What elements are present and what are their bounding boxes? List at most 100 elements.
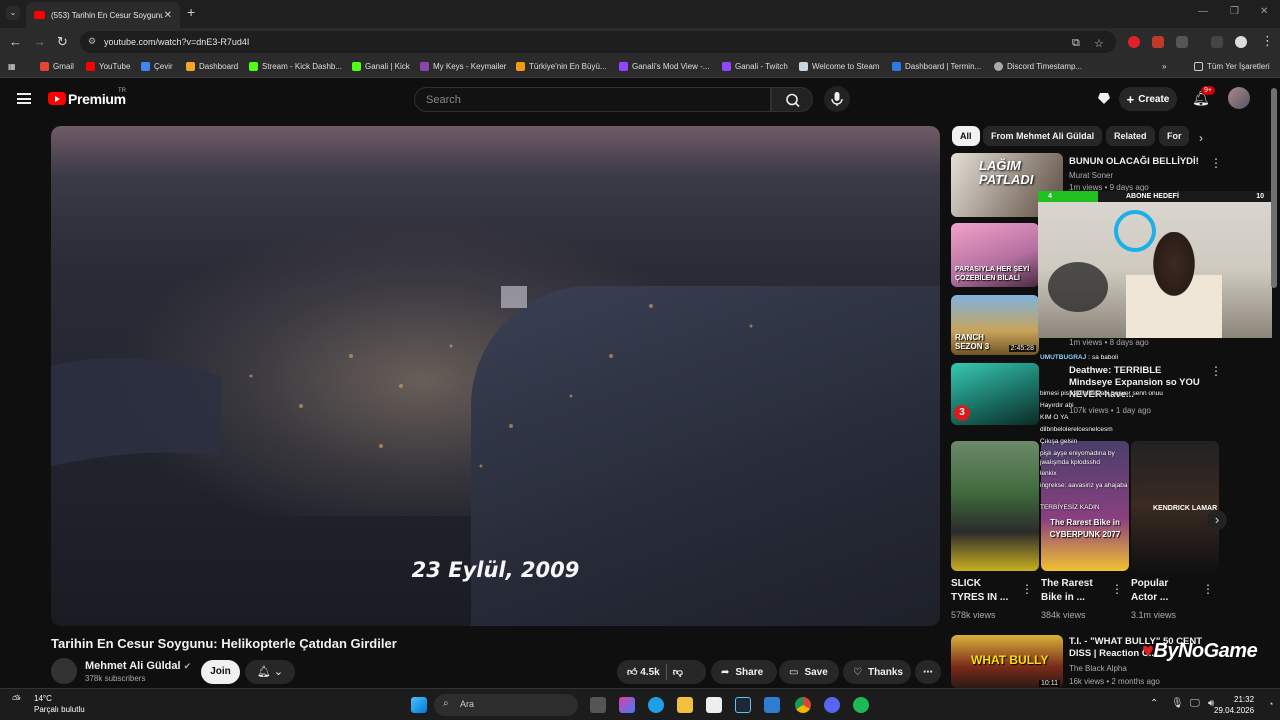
voice-search-button[interactable] <box>824 86 850 112</box>
rec-thumbnail-bottom[interactable]: WHAT BULLY 10:11 <box>951 635 1063 688</box>
network-icon[interactable]: 🖵︎ <box>1190 698 1200 709</box>
weather-temp: 14°C <box>34 694 52 703</box>
short-title-1[interactable]: SLICK TYRES IN ... <box>951 577 1013 605</box>
more-bookmarks-icon[interactable]: » <box>1162 62 1166 71</box>
bookmark-ganali-kick[interactable]: Ganali | Kick <box>352 62 410 71</box>
search-input[interactable]: Search <box>414 87 771 112</box>
rec-channel-1[interactable]: Murat Soner <box>1069 171 1113 180</box>
bookmark-turkiye[interactable]: Türkiye'nin En Büyü... <box>516 62 607 71</box>
notification-center-icon[interactable]: ◔ <box>1268 699 1273 709</box>
forward-icon[interactable]: → <box>33 34 46 49</box>
weather-widget[interactable]: ⛅︎ 14°C Parçalı bulutlu <box>12 694 85 714</box>
install-app-icon[interactable]: ⧉ <box>1072 37 1080 50</box>
thanks-button[interactable]: ♡ Thanks <box>843 660 911 684</box>
discord-icon[interactable] <box>824 697 840 713</box>
extension-shield-icon[interactable] <box>1152 36 1164 48</box>
bookmark-dashboard[interactable]: Dashboard <box>186 62 238 71</box>
browser-tab-active[interactable]: (553) Tarihin En Cesur Soygunu ✕ <box>26 2 180 28</box>
short-more-icon[interactable]: ⋮ <box>1202 582 1214 596</box>
bookmark-gmail[interactable]: Gmail <box>40 62 74 71</box>
copilot-icon[interactable] <box>619 697 635 713</box>
close-window-icon[interactable]: ✕ <box>1260 6 1268 17</box>
media-control-icon[interactable] <box>1211 36 1223 48</box>
extensions-puzzle-icon[interactable] <box>1176 36 1188 48</box>
channel-avatar[interactable] <box>51 658 77 684</box>
file-explorer-icon[interactable] <box>677 697 693 713</box>
bookmark-mod-view[interactable]: Ganali's Mod View -... <box>619 62 709 71</box>
search-button[interactable] <box>771 87 813 112</box>
channel-name[interactable]: Mehmet Ali Güldal ✔ <box>85 660 191 672</box>
chips-next-icon[interactable]: › <box>1199 131 1203 145</box>
rec-duration: 10:11 <box>1039 680 1060 687</box>
tray-overflow-icon[interactable]: ⌃ <box>1150 698 1158 709</box>
video-player[interactable]: 23 Eylül, 2009 <box>51 126 940 626</box>
youtube-logo-icon[interactable] <box>48 92 66 105</box>
premium-badge-icon[interactable] <box>1097 91 1111 105</box>
menu-hamburger-icon[interactable] <box>17 93 31 104</box>
rec-channel-bottom[interactable]: The Black Alpha <box>1069 664 1127 673</box>
chip-related[interactable]: Related <box>1106 126 1155 146</box>
rec-thumbnail-4[interactable]: 3 <box>951 363 1039 425</box>
tab-search-button[interactable]: ⌄ <box>6 6 20 20</box>
rec-thumb-text: LAĞIM PATLADI <box>979 158 1034 187</box>
new-tab-button[interactable]: + <box>187 4 195 20</box>
bookmark-twitch[interactable]: Ganali - Twitch <box>722 62 788 71</box>
taskbar-search[interactable]: ⌕ Ara <box>434 694 578 716</box>
save-button[interactable]: ▭ Save <box>779 660 839 684</box>
bookmark-youtube[interactable]: YouTube <box>86 62 130 71</box>
more-actions-icon[interactable]: ⋯ <box>915 660 941 684</box>
share-button[interactable]: ➦ Share <box>711 660 777 684</box>
bookmark-discord-timestamp[interactable]: Discord Timestamp... <box>994 62 1082 71</box>
apps-grid-icon[interactable]: ▦ <box>8 62 16 71</box>
short-thumbnail-1[interactable] <box>951 441 1039 571</box>
account-avatar[interactable] <box>1228 87 1250 109</box>
rec-more-icon[interactable]: ⋮ <box>1210 156 1222 170</box>
like-button[interactable]: 👍︎ 4.5k <box>627 666 660 678</box>
microphone-tray-icon[interactable]: 🎙︎ <box>1171 698 1184 709</box>
url-field[interactable]: ⚙ youtube.com/watch?v=dnE3-R7ud4I ⧉ ☆ <box>80 31 1116 53</box>
bookmark-star-icon[interactable]: ☆ <box>1094 37 1104 50</box>
rec-thumbnail-3[interactable]: RANCH SEZON 3 2:45:28 <box>951 295 1039 355</box>
bookmark-termin[interactable]: Dashboard | Termin... <box>892 62 981 71</box>
bookmark-keymailer[interactable]: My Keys - Keymailer <box>420 62 506 71</box>
extension-red-icon[interactable] <box>1128 36 1140 48</box>
chip-all[interactable]: All <box>952 126 980 146</box>
reload-icon[interactable]: ↻ <box>57 34 68 50</box>
bookmark-kick-dashboard[interactable]: Stream - Kick Dashb... <box>249 62 342 71</box>
create-button[interactable]: + Create <box>1119 87 1177 111</box>
bookmark-translate[interactable]: Çevir <box>141 62 173 71</box>
rec-title-1[interactable]: BUNUN OLACAĞI BELLİYDİ! <box>1069 156 1199 168</box>
chat-line: jwalışmda kplodsshd <box>1040 459 1100 466</box>
site-info-icon[interactable]: ⚙ <box>88 36 96 47</box>
edge-icon[interactable] <box>648 697 664 713</box>
rec-thumb-text: RANCH SEZON 3 <box>955 333 990 351</box>
maximize-icon[interactable]: ❐ <box>1230 6 1239 17</box>
mail-icon[interactable] <box>764 697 780 713</box>
page-scrollbar[interactable] <box>1271 88 1277 288</box>
short-more-icon[interactable]: ⋮ <box>1021 582 1033 596</box>
chrome-icon[interactable] <box>795 697 811 713</box>
profile-avatar-icon[interactable] <box>1235 36 1247 48</box>
browser-menu-icon[interactable]: ⋮ <box>1261 33 1274 49</box>
thumbs-down-icon[interactable]: 👎︎ <box>673 666 683 678</box>
back-icon[interactable]: ← <box>9 34 22 49</box>
task-view-icon[interactable] <box>590 697 606 713</box>
subscription-bell-button[interactable]: 🔔︎ ⌄ <box>245 660 295 684</box>
short-more-icon[interactable]: ⋮ <box>1111 582 1123 596</box>
taskbar-clock[interactable]: 21:32 29.04.2026 <box>1214 694 1254 716</box>
bookmark-steam[interactable]: Welcome to Steam <box>799 62 879 71</box>
spotify-icon[interactable] <box>853 697 869 713</box>
all-bookmarks-folder[interactable]: Tüm Yer İşaretleri <box>1194 62 1270 71</box>
steering-wheel-icon <box>1048 262 1108 312</box>
store-icon[interactable] <box>706 697 722 713</box>
short-title-3[interactable]: Popular Actor ... <box>1131 577 1193 605</box>
rec-thumbnail-2[interactable]: PARASIYLA HER ŞEYİ ÇÖZEBİLEN BİLALİ <box>951 223 1039 287</box>
tab-close-icon[interactable]: ✕ <box>164 10 172 21</box>
steam-icon[interactable] <box>735 697 751 713</box>
join-button[interactable]: Join <box>201 660 240 684</box>
minimize-icon[interactable]: — <box>1198 6 1208 17</box>
windows-start-icon[interactable] <box>411 697 427 713</box>
short-title-2[interactable]: The Rarest Bike in ... <box>1041 577 1103 605</box>
chip-for-you[interactable]: For <box>1159 126 1189 146</box>
chip-from-channel[interactable]: From Mehmet Ali Güldal <box>983 126 1103 146</box>
